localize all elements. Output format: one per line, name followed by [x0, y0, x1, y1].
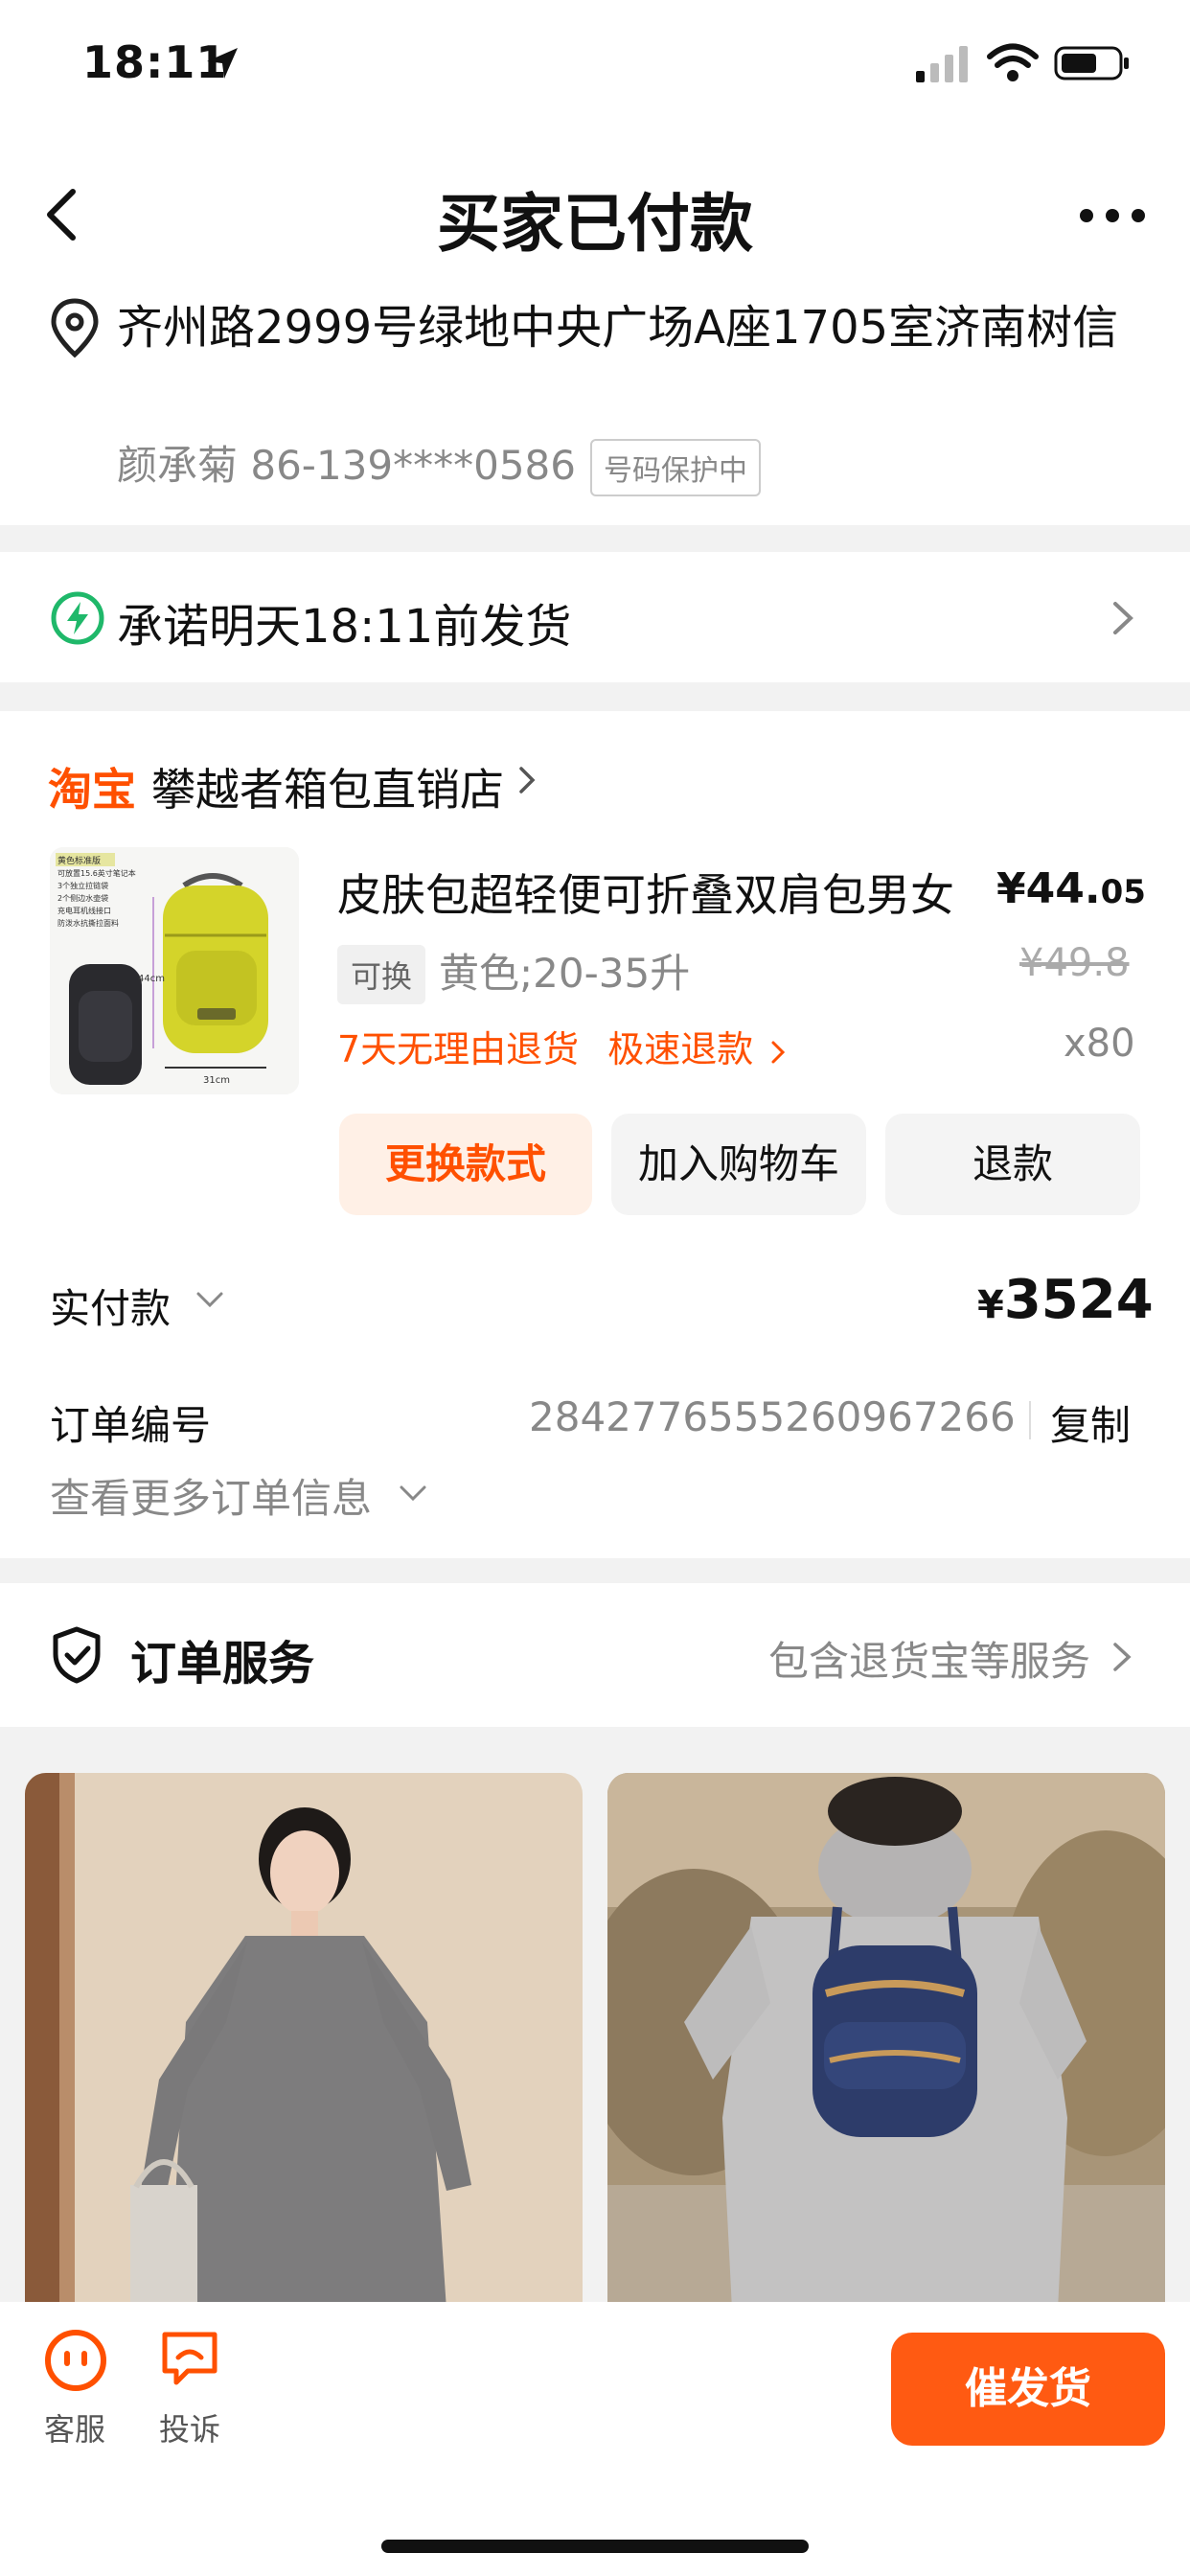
more-order-info[interactable]: 查看更多订单信息 — [50, 1466, 372, 1525]
price-decimal: 05 — [1100, 873, 1146, 911]
svg-text:充电耳机线接口: 充电耳机线接口 — [57, 906, 111, 915]
refund-button[interactable]: 退款 — [885, 1114, 1140, 1215]
recommendation-card[interactable] — [25, 1773, 583, 2310]
taobao-logo: 淘宝 — [48, 764, 136, 816]
product-price: ¥44.05 — [996, 864, 1146, 913]
urge-shipping-button[interactable]: 催发货 — [891, 2333, 1165, 2446]
order-service-title: 订单服务 — [130, 1637, 315, 1690]
customer-service-icon[interactable] — [44, 2329, 107, 2392]
number-protection-badge: 号码保护中 — [590, 439, 761, 496]
battery-icon — [1054, 46, 1129, 80]
paid-amount: ¥3524 — [977, 1269, 1154, 1331]
svg-text:31cm: 31cm — [203, 1075, 230, 1086]
chevron-down-icon[interactable] — [399, 1484, 427, 1503]
order-number: 2842776555260967266 — [529, 1393, 1016, 1440]
return-policy-label: 7天无理由退货 — [337, 1028, 580, 1070]
chevron-right-icon — [771, 1041, 786, 1064]
chevron-right-icon — [1113, 602, 1133, 634]
customer-service-label[interactable]: 客服 — [44, 2405, 105, 2450]
shipping-promise-text: 承诺明天18:11前发货 — [117, 600, 572, 654]
fast-refund-label: 极速退款 — [607, 1028, 754, 1070]
shipping-promise-row[interactable]: 承诺明天18:11前发货 — [0, 552, 1190, 682]
product-name[interactable]: 皮肤包超轻便可折叠双肩包男女 — [337, 861, 954, 924]
svg-text:黄色标准版: 黄色标准版 — [57, 855, 101, 866]
chevron-down-icon[interactable] — [195, 1290, 224, 1309]
bottom-action-bar: 客服 投诉 催发货 — [0, 2302, 1190, 2576]
paid-currency: ¥ — [977, 1283, 1004, 1327]
status-bar: 18:11 — [0, 0, 1190, 134]
add-to-cart-button[interactable]: 加入购物车 — [611, 1114, 866, 1215]
home-indicator[interactable] — [381, 2540, 809, 2553]
divider — [1029, 1401, 1031, 1439]
backpack-image: 黄色标准版 可放置15.6英寸笔记本 3个独立拉链袋 2个侧边水壶袋 充电耳机线… — [50, 847, 299, 1094]
return-policy[interactable]: 7天无理由退货 极速退款 — [337, 1020, 786, 1072]
recommendation-card[interactable] — [607, 1773, 1165, 2310]
svg-text:3个独立拉链袋: 3个独立拉链袋 — [57, 881, 108, 890]
address-text: 齐州路2999号绿地中央广场A座1705室济南树信 — [117, 301, 1119, 355]
recommendation-image — [25, 1773, 583, 2310]
signal-icon — [916, 46, 968, 82]
svg-text:防泼水抗撕拉面料: 防泼水抗撕拉面料 — [57, 918, 119, 928]
nav-bar: 买家已付款 — [0, 134, 1190, 288]
product-spec: 黄色;20-35升 — [439, 950, 691, 997]
change-style-button[interactable]: 更换款式 — [339, 1114, 592, 1215]
svg-text:2个侧边水壶袋: 2个侧边水壶袋 — [57, 893, 108, 903]
complaint-icon[interactable] — [159, 2329, 220, 2388]
order-service-desc: 包含退货宝等服务 — [768, 1638, 1091, 1685]
paid-label[interactable]: 实付款 — [50, 1276, 171, 1335]
address-contact: 颜承菊 86-139****0586 — [117, 442, 577, 489]
shop-name[interactable]: 攀越者箱包直销店 — [151, 755, 504, 818]
price-int: ¥44. — [996, 864, 1101, 913]
lightning-icon — [51, 591, 104, 645]
paid-value: 3524 — [1003, 1269, 1154, 1331]
product-quantity: x80 — [1064, 1022, 1135, 1066]
more-icon[interactable] — [1079, 201, 1146, 230]
order-card: 淘宝 攀越者箱包直销店 黄色标准版 可放置15.6英寸笔记本 3个独立拉链袋 2… — [0, 711, 1190, 1558]
location-pin-icon — [51, 298, 99, 358]
complaint-label[interactable]: 投诉 — [159, 2405, 220, 2450]
original-price: ¥49.8 — [1019, 941, 1130, 985]
chevron-right-icon — [519, 767, 536, 794]
wifi-icon — [987, 43, 1039, 81]
product-image[interactable]: 黄色标准版 可放置15.6英寸笔记本 3个独立拉链袋 2个侧边水壶袋 充电耳机线… — [50, 847, 299, 1094]
address-card[interactable]: 齐州路2999号绿地中央广场A座1705室济南树信 颜承菊 86-139****… — [0, 288, 1190, 525]
exchangeable-tag: 可换 — [337, 945, 426, 1004]
order-number-label: 订单编号 — [50, 1402, 212, 1449]
location-arrow-icon — [207, 48, 238, 79]
order-service-row[interactable]: 订单服务 包含退货宝等服务 — [0, 1583, 1190, 1727]
page-title: 买家已付款 — [437, 187, 753, 261]
copy-button[interactable]: 复制 — [1050, 1393, 1131, 1452]
chevron-right-icon — [1113, 1643, 1132, 1671]
recommendation-image — [607, 1773, 1165, 2310]
svg-text:可放置15.6英寸笔记本: 可放置15.6英寸笔记本 — [57, 868, 136, 878]
shield-check-icon — [53, 1626, 101, 1684]
svg-text:44cm: 44cm — [138, 974, 165, 984]
